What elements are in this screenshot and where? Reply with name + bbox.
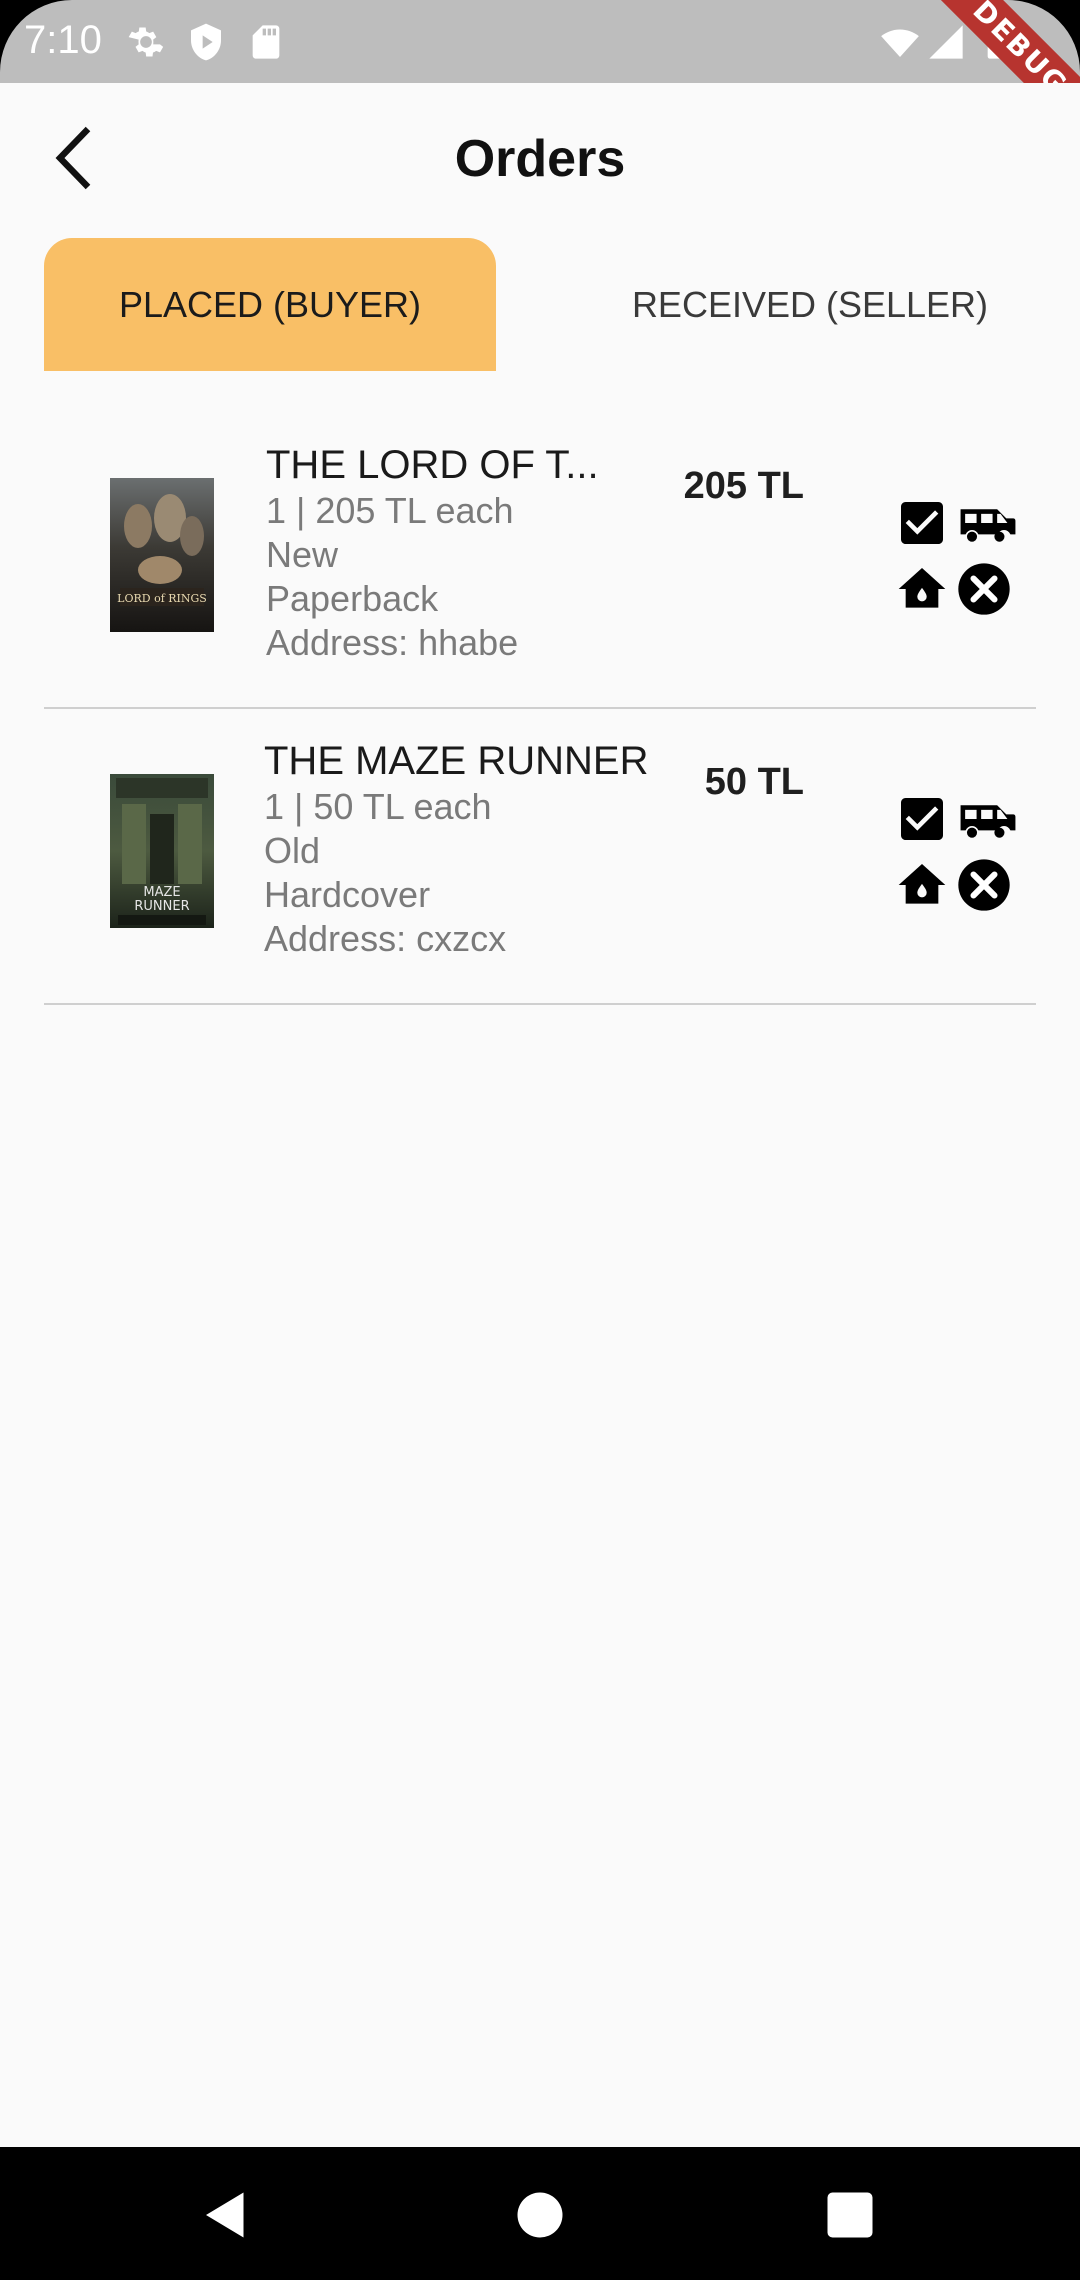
order-quantity-price: 1 | 50 TL each (264, 786, 492, 827)
order-format: Hardcover (264, 874, 431, 915)
order-row[interactable]: MAZE RUNNER THE MAZE RUNNER 1 | 50 TL ea… (44, 709, 1036, 1005)
home-icon[interactable] (894, 561, 950, 617)
delivery-van-icon[interactable] (956, 791, 1020, 847)
checkbox-icon[interactable] (894, 495, 950, 551)
book-cover-image: MAZE RUNNER (110, 774, 214, 928)
order-info: THE LORD OF T... 1 | 205 TL each New Pap… (266, 441, 686, 665)
navigation-bar (0, 2147, 1080, 2280)
page-title: Orders (454, 130, 626, 188)
phone-screen: 7:10 DEBUG Orders PLACED (BUYER) RECEIVE… (0, 0, 1080, 2280)
back-triangle-icon[interactable] (196, 2185, 256, 2245)
play-shield-icon (191, 23, 221, 61)
wifi-icon (881, 29, 919, 57)
order-address: Address: cxzcx (264, 918, 507, 959)
order-info: THE MAZE RUNNER 1 | 50 TL each Old Hardc… (264, 737, 684, 961)
status-bar: 7:10 DEBUG (0, 0, 1080, 83)
order-actions (894, 495, 1022, 625)
cancel-icon[interactable] (956, 561, 1012, 617)
svg-text:LORD of RINGS: LORD of RINGS (117, 592, 207, 605)
gear-icon (128, 27, 164, 57)
home-icon[interactable] (894, 857, 950, 913)
order-total: 205 TL (683, 465, 804, 507)
order-quantity-price: 1 | 205 TL each (266, 490, 514, 531)
sd-card-icon (252, 25, 280, 59)
order-actions (894, 791, 1022, 921)
svg-text:RUNNER: RUNNER (134, 899, 189, 914)
order-row[interactable]: LORD of RINGS THE LORD OF T... 1 | 205 T… (44, 413, 1036, 709)
order-list: LORD of RINGS THE LORD OF T... 1 | 205 T… (44, 413, 1036, 1005)
tab-label: RECEIVED (SELLER) (631, 283, 989, 325)
order-address: Address: hhabe (266, 622, 519, 663)
order-condition: New (266, 534, 339, 575)
signal-icon (929, 25, 963, 59)
tab-label: PLACED (BUYER) (118, 283, 422, 325)
book-cover-lord-of-the-rings: LORD of RINGS (110, 478, 214, 632)
recents-square-icon[interactable] (820, 2185, 880, 2245)
order-title: THE MAZE RUNNER (264, 739, 649, 783)
tab-placed-buyer[interactable]: PLACED (BUYER) (44, 238, 496, 371)
home-circle-icon[interactable] (510, 2185, 570, 2245)
order-condition: Old (264, 830, 321, 871)
delivery-van-icon[interactable] (956, 495, 1020, 551)
order-total: 50 TL (704, 761, 804, 803)
book-cover-image: LORD of RINGS (110, 478, 214, 632)
tab-received-seller[interactable]: RECEIVED (SELLER) (584, 238, 1036, 371)
app-bar: Orders (0, 83, 1080, 238)
svg-text:MAZE: MAZE (143, 885, 180, 900)
checkbox-icon[interactable] (894, 791, 950, 847)
app-content: Orders PLACED (BUYER) RECEIVED (SELLER) (0, 83, 1080, 2147)
status-time: 7:10 (24, 18, 102, 62)
order-tabs: PLACED (BUYER) RECEIVED (SELLER) (44, 238, 1036, 371)
book-cover-maze-runner: MAZE RUNNER (110, 774, 214, 928)
order-format: Paperback (266, 578, 439, 619)
cancel-icon[interactable] (956, 857, 1012, 913)
order-title: THE LORD OF T... (266, 443, 599, 487)
